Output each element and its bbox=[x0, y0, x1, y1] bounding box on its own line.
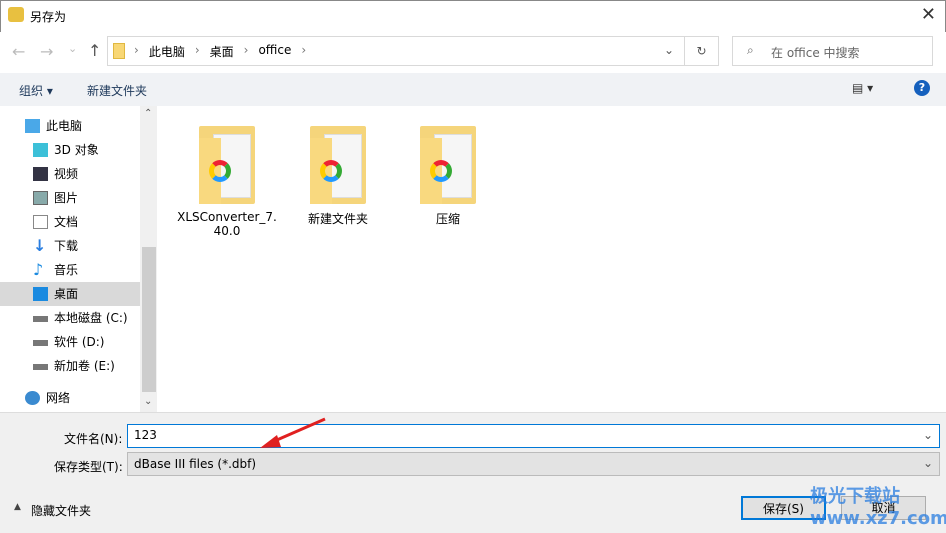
filename-input[interactable]: 123 ⌄ bbox=[127, 424, 940, 448]
chevron-down-icon: ⌄ bbox=[922, 456, 933, 470]
scrollbar-thumb[interactable] bbox=[142, 247, 156, 392]
sidebar-item-pictures[interactable]: 图片 bbox=[0, 186, 140, 210]
sidebar-item-label: 文档 bbox=[54, 215, 79, 229]
cube-icon bbox=[33, 143, 48, 157]
sidebar-item-3d-objects[interactable]: 3D 对象 bbox=[0, 138, 140, 162]
folder-icon bbox=[420, 124, 476, 204]
sidebar-item-label: 视频 bbox=[54, 167, 79, 181]
sidebar-item-drive-d[interactable]: 软件 (D:) bbox=[0, 330, 140, 354]
sidebar-item-label: 图片 bbox=[54, 191, 79, 205]
new-folder-button[interactable]: 新建文件夹 bbox=[87, 82, 147, 99]
sidebar-item-label: 网络 bbox=[46, 391, 71, 405]
watermark: 极光下载站 www.xz7.com bbox=[810, 486, 946, 529]
toolbar: 组织 ▾ 新建文件夹 ▤ ▾ ? bbox=[0, 73, 946, 106]
sidebar-item-downloads[interactable]: ↓ 下载 bbox=[0, 234, 140, 258]
drive-icon bbox=[33, 340, 48, 346]
folder-name: XLSConverter_7.40.0 bbox=[177, 210, 277, 238]
breadcrumb-this-pc[interactable]: 此电脑 bbox=[149, 43, 185, 60]
scroll-up-icon[interactable]: ⌃ bbox=[144, 108, 152, 119]
address-dropdown-icon[interactable]: ⌄ bbox=[664, 43, 674, 57]
folder-icon bbox=[310, 124, 366, 204]
view-button[interactable]: ▤ ▾ bbox=[852, 81, 873, 95]
sidebar-item-drive-c[interactable]: 本地磁盘 (C:) bbox=[0, 306, 140, 330]
app-icon bbox=[8, 7, 24, 22]
drive-icon bbox=[33, 316, 48, 322]
breadcrumb-desktop[interactable]: 桌面 bbox=[210, 43, 234, 60]
red-arrow-annotation bbox=[260, 417, 326, 448]
film-icon bbox=[33, 167, 48, 181]
filename-value: 123 bbox=[134, 428, 157, 442]
recent-locations-button[interactable]: ⌄ bbox=[68, 42, 77, 55]
forward-button[interactable]: → bbox=[40, 42, 53, 61]
organize-button[interactable]: 组织 ▾ bbox=[19, 82, 53, 99]
sidebar-item-label: 3D 对象 bbox=[54, 143, 99, 157]
sidebar-item-this-pc[interactable]: 此电脑 bbox=[0, 114, 140, 138]
search-icon: ⌕ bbox=[747, 43, 754, 57]
refresh-button[interactable]: ↻ bbox=[685, 36, 719, 66]
filetype-label: 保存类型(T): bbox=[54, 460, 123, 474]
sidebar-item-documents[interactable]: 文档 bbox=[0, 210, 140, 234]
navigation-pane: 此电脑 3D 对象 视频 图片 文档 ↓ 下载 ♪ 音乐 桌面 本地磁盘 (C:) … bbox=[0, 106, 157, 412]
search-input[interactable]: ⌕ 在 office 中搜索 bbox=[732, 36, 933, 66]
sidebar-item-label: 音乐 bbox=[54, 263, 79, 277]
sidebar-item-label: 此电脑 bbox=[46, 119, 83, 133]
sidebar-item-label: 软件 (D:) bbox=[54, 335, 105, 349]
sidebar-item-label: 新加卷 (E:) bbox=[54, 359, 115, 373]
sidebar-item-music[interactable]: ♪ 音乐 bbox=[0, 258, 140, 282]
download-arrow-icon: ↓ bbox=[33, 236, 47, 255]
folder-name: 新建文件夹 bbox=[307, 212, 368, 226]
filetype-select[interactable]: dBase III files (*.dbf) ⌄ bbox=[127, 452, 940, 476]
back-button[interactable]: ← bbox=[12, 42, 25, 61]
hide-folders-button[interactable]: 隐藏文件夹 bbox=[31, 502, 91, 519]
network-icon bbox=[25, 391, 40, 405]
document-icon bbox=[33, 215, 48, 229]
sidebar-item-desktop[interactable]: 桌面 bbox=[0, 282, 140, 306]
sidebar-item-videos[interactable]: 视频 bbox=[0, 162, 140, 186]
drive-icon bbox=[33, 364, 48, 370]
folder-icon bbox=[113, 43, 125, 59]
folder-item[interactable]: 压缩 bbox=[398, 120, 498, 227]
close-button[interactable]: ✕ bbox=[921, 4, 936, 25]
chevron-up-icon[interactable]: ▲ bbox=[14, 502, 21, 512]
window-title: 另存为 bbox=[30, 10, 67, 24]
sidebar-item-network[interactable]: 网络 bbox=[0, 386, 140, 410]
sidebar-item-label: 桌面 bbox=[54, 287, 79, 301]
folder-name: 压缩 bbox=[435, 212, 460, 226]
address-bar[interactable]: › 此电脑 › 桌面 › office › ⌄ bbox=[107, 36, 685, 66]
sidebar-item-drive-e[interactable]: 新加卷 (E:) bbox=[0, 354, 140, 378]
filename-label: 文件名(N): bbox=[64, 432, 123, 446]
folder-item[interactable]: XLSConverter_7.40.0 bbox=[177, 120, 277, 238]
chevron-down-icon[interactable]: ⌄ bbox=[923, 428, 933, 442]
folder-icon bbox=[199, 124, 255, 204]
scroll-down-icon[interactable]: ⌄ bbox=[144, 396, 152, 407]
up-button[interactable]: ↑ bbox=[88, 41, 101, 60]
breadcrumb-office[interactable]: office bbox=[258, 43, 291, 60]
picture-icon bbox=[33, 191, 48, 205]
folder-item[interactable]: 新建文件夹 bbox=[288, 120, 388, 227]
filetype-value: dBase III files (*.dbf) bbox=[134, 457, 257, 471]
desktop-icon bbox=[33, 287, 48, 301]
music-note-icon: ♪ bbox=[33, 260, 44, 279]
computer-icon bbox=[25, 119, 40, 133]
title-bar bbox=[0, 0, 946, 32]
sidebar-item-label: 本地磁盘 (C:) bbox=[54, 311, 128, 325]
search-placeholder: 在 office 中搜索 bbox=[771, 46, 860, 60]
sidebar-item-label: 下载 bbox=[54, 239, 79, 253]
help-button[interactable]: ? bbox=[914, 80, 930, 96]
